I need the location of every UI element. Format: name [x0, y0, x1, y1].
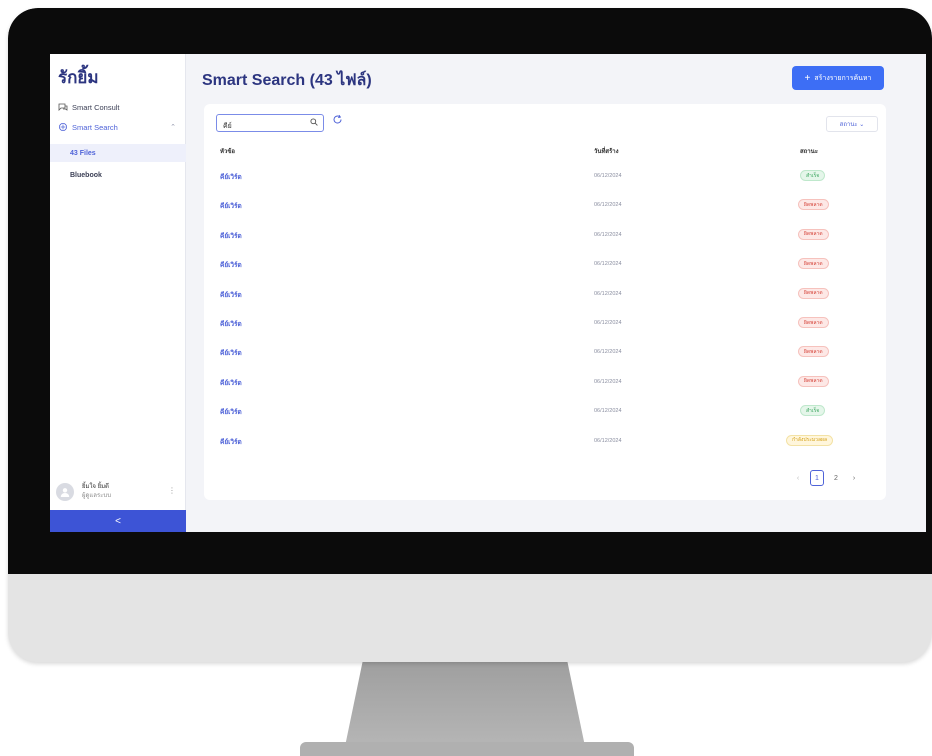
prev-page-button[interactable]: ‹ — [792, 470, 804, 486]
status-badge: ผิดพลาด — [798, 199, 829, 211]
pagination: ‹ 1 2 › — [792, 470, 872, 486]
table-row[interactable]: คีย์เวิร์ด 06/12/2024 ผิดพลาด — [214, 338, 878, 368]
row-date: 06/12/2024 — [594, 320, 622, 326]
row-date: 06/12/2024 — [594, 378, 622, 385]
status-badge: ผิดพลาด — [798, 346, 829, 358]
sidebar-subitem-bluebook[interactable]: Bluebook — [50, 166, 186, 184]
search-field[interactable] — [216, 114, 324, 135]
row-title-link[interactable]: คีย์เวิร์ด — [220, 172, 242, 182]
table-row[interactable]: คีย์เวิร์ด 06/12/2024 กำลังประมวลผล — [214, 427, 878, 457]
row-title-link[interactable]: คีย์เวิร์ด — [220, 348, 242, 358]
row-date: 06/12/2024 — [594, 408, 622, 415]
row-date: 06/12/2024 — [594, 437, 622, 444]
brand-logo: รักยิ้ม — [58, 68, 99, 87]
row-title-link[interactable]: คีย์เวิร์ด — [220, 437, 242, 447]
table-row[interactable]: คีย์เวิร์ด 06/12/2024 ผิดพลาด — [214, 191, 878, 221]
status-badge: สำเร็จ — [800, 170, 826, 181]
table-row[interactable]: คีย์เวิร์ด 06/12/2024 ผิดพลาด — [214, 309, 878, 339]
page-2-button[interactable]: 2 — [830, 470, 842, 486]
avatar — [56, 483, 74, 501]
collapse-sidebar-button[interactable]: < — [50, 510, 186, 532]
row-title-link[interactable]: คีย์เวิร์ด — [220, 290, 242, 300]
status-filter-dropdown[interactable]: สถานะ ⌄ — [826, 116, 878, 132]
table-row[interactable]: คีย์เวิร์ด 06/12/2024 สำเร็จ — [214, 162, 878, 192]
create-search-button[interactable]: + สร้างรายการค้นหา — [792, 66, 884, 90]
sidebar-subitem-43-files[interactable]: 43 Files — [50, 144, 186, 162]
status-badge: กำลังประมวลผล — [786, 434, 834, 446]
chevron-up-icon: ⌃ — [170, 124, 176, 131]
status-badge: ผิดพลาด — [798, 258, 829, 270]
page-title: Smart Search (43 ไฟล์) — [202, 72, 372, 89]
monitor-stand-base — [300, 742, 634, 756]
sidebar: รักยิ้ม Smart Consult Smart Search ⌃ 43 … — [50, 54, 186, 532]
row-date: 06/12/2024 — [594, 349, 622, 356]
table-row[interactable]: คีย์เวิร์ด 06/12/2024 ผิดพลาด — [214, 280, 878, 310]
row-date: 06/12/2024 — [594, 202, 622, 209]
plus-icon: + — [804, 72, 811, 84]
search-input[interactable] — [217, 118, 301, 135]
row-title-link[interactable]: คีย์เวิร์ด — [220, 407, 242, 417]
search-icon[interactable] — [310, 118, 318, 128]
sparkle-icon — [58, 122, 68, 132]
chat-icon — [58, 102, 68, 112]
status-badge: สำเร็จ — [800, 405, 826, 417]
app-screen: รักยิ้ม Smart Consult Smart Search ⌃ 43 … — [50, 54, 926, 532]
user-role: ผู้ดูแลระบบ — [82, 493, 112, 499]
table-row[interactable]: คีย์เวิร์ด 06/12/2024 ผิดพลาด — [214, 221, 878, 251]
row-date: 06/12/2024 — [594, 173, 622, 179]
row-date: 06/12/2024 — [594, 290, 622, 297]
desktop-monitor-mockup: รักยิ้ม Smart Consult Smart Search ⌃ 43 … — [0, 0, 932, 756]
column-header-date[interactable]: วันที่สร้าง — [594, 146, 619, 156]
status-badge: ผิดพลาด — [798, 317, 829, 328]
page-1-button[interactable]: 1 — [810, 470, 824, 486]
sidebar-item-smart-search[interactable]: Smart Search ⌃ — [50, 118, 186, 136]
row-title-link[interactable]: คีย์เวิร์ด — [220, 260, 242, 270]
next-page-button[interactable]: › — [848, 470, 860, 486]
user-info: ยิ้มใจ ยิ้มดี ผู้ดูแลระบบ — [82, 483, 111, 501]
row-title-link[interactable]: คีย์เวิร์ด — [220, 378, 242, 388]
table-header: หัวข้อ วันที่สร้าง สถานะ — [214, 140, 878, 158]
create-button-label: สร้างรายการค้นหา — [814, 74, 872, 82]
user-name: ยิ้มใจ ยิ้มดี — [82, 484, 109, 490]
table-row[interactable]: คีย์เวิร์ด 06/12/2024 ผิดพลาด — [214, 250, 878, 280]
row-title-link[interactable]: คีย์เวิร์ด — [220, 319, 242, 329]
status-badge: ผิดพลาด — [798, 287, 829, 299]
table-row[interactable]: คีย์เวิร์ด 06/12/2024 ผิดพลาด — [214, 368, 878, 398]
table-row[interactable]: คีย์เวิร์ด 06/12/2024 สำเร็จ — [214, 397, 878, 427]
user-profile[interactable]: ยิ้มใจ ยิ้มดี ผู้ดูแลระบบ ⋮ — [50, 474, 186, 510]
row-title-link[interactable]: คีย์เวิร์ด — [220, 201, 242, 211]
column-header-title[interactable]: หัวข้อ — [220, 146, 235, 156]
row-date: 06/12/2024 — [594, 231, 622, 238]
row-date: 06/12/2024 — [594, 261, 622, 268]
sidebar-item-label: Smart Search — [72, 122, 118, 132]
row-title-link[interactable]: คีย์เวิร์ด — [220, 231, 242, 241]
sidebar-item-label: Smart Consult — [72, 102, 120, 112]
sidebar-item-smart-consult[interactable]: Smart Consult — [50, 98, 186, 116]
main-content: Smart Search (43 ไฟล์) + สร้างรายการค้นห… — [186, 54, 926, 532]
results-card: สถานะ ⌄ หัวข้อ วันที่สร้าง สถานะ คีย์เวิ… — [204, 104, 886, 500]
kebab-icon[interactable]: ⋮ — [168, 486, 176, 495]
status-badge: ผิดพลาด — [798, 375, 829, 387]
status-badge: ผิดพลาด — [798, 228, 829, 240]
refresh-icon[interactable] — [332, 114, 343, 128]
column-header-status[interactable]: สถานะ — [800, 146, 818, 156]
